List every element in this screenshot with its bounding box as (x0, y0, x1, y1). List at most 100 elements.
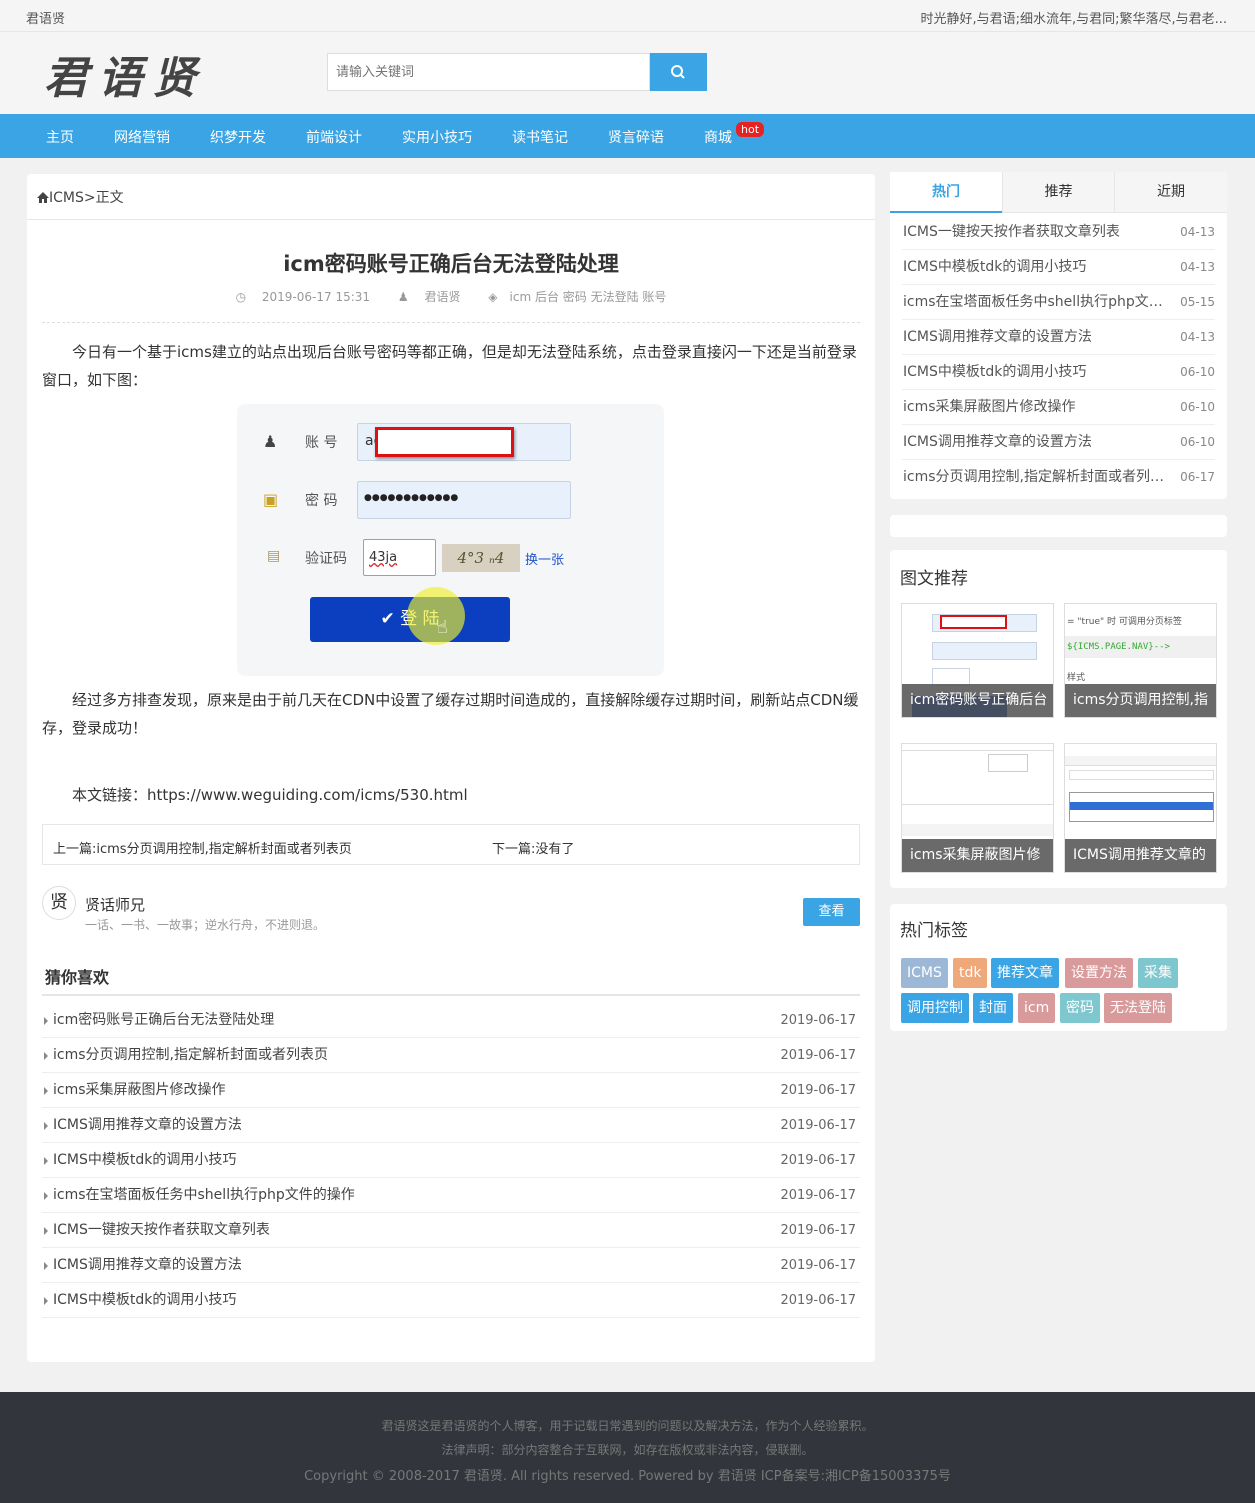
account-label: 账 号 (305, 435, 338, 451)
nav-item-frontend[interactable]: 前端设计 (306, 127, 362, 147)
captcha-refresh: 换一张 (525, 553, 565, 568)
nav-item-marketing[interactable]: 网络营销 (114, 127, 170, 147)
search-bar (327, 53, 707, 91)
list-item[interactable]: icms采集屏蔽图片修改操作 2019-06-17 (42, 1073, 860, 1108)
pic-card[interactable]: ICMS调用推荐文章的 (1064, 743, 1217, 873)
tab-recommended[interactable]: 推荐 (1002, 172, 1114, 213)
list-item[interactable]: icms在宝塔面板任务中shell执行php文件的操作 2019-06-17 (42, 1178, 860, 1213)
list-item-date: 2019-06-17 (780, 1013, 856, 1028)
article-tags[interactable]: icm 后台 密码 无法登陆 账号 (510, 290, 667, 304)
thumb-line (902, 750, 1053, 751)
thumb-field (1069, 792, 1214, 822)
sidebar-tags-panel: 热门标签 ICMS tdk 推荐文章 设置方法 采集 调用控制 封面 icm 密… (890, 904, 1227, 1031)
thumb-code: ${ICMS.PAGE.NAV}--> (1067, 642, 1170, 652)
list-item-date: 05-15 (1180, 295, 1215, 309)
list-item-title[interactable]: icms分页调用控制,指定解析封面或者列表页 (53, 1038, 328, 1073)
list-item-title[interactable]: icms采集屏蔽图片修改操作 (53, 1073, 226, 1108)
search-input[interactable] (327, 53, 650, 91)
nav-item-shop[interactable]: 商城 hot (704, 122, 765, 147)
tag-link[interactable]: 无法登陆 (1104, 993, 1172, 1023)
list-item-title[interactable]: icms在宝塔面板任务中shell执行php文件的操作 (903, 285, 1173, 320)
list-item-date: 2019-06-17 (780, 1153, 856, 1168)
search-button[interactable] (650, 53, 707, 91)
list-item-title[interactable]: ICMS中模板tdk的调用小技巧 (53, 1283, 236, 1318)
list-item-title[interactable]: icm密码账号正确后台无法登陆处理 (53, 1003, 274, 1038)
tag-link[interactable]: 调用控制 (901, 993, 969, 1023)
list-item-date: 2019-06-17 (780, 1048, 856, 1063)
tag-link[interactable]: 推荐文章 (991, 958, 1059, 988)
article-meta: ◷ 2019-06-17 15:31 ♟ 君语贤 ◈ icm 后台 密码 无法登陆… (27, 288, 875, 305)
site-logo[interactable]: 君语贤 (44, 42, 206, 106)
list-item[interactable]: ICMS中模板tdk的调用小技巧 2019-06-17 (42, 1143, 860, 1178)
pic-caption: icm密码账号正确后台 (902, 684, 1053, 717)
list-item-date: 04-13 (1180, 330, 1215, 344)
list-item-title[interactable]: ICMS调用推荐文章的设置方法 (903, 320, 1173, 355)
tag-link[interactable]: 密码 (1060, 993, 1100, 1023)
list-item-date: 06-10 (1180, 435, 1215, 449)
hot-list: ICMS一键按天按作者获取文章列表 04-13 ICMS中模板tdk的调用小技巧 0… (902, 215, 1215, 495)
list-item-title[interactable]: icms采集屏蔽图片修改操作 (903, 390, 1173, 425)
list-item-title[interactable]: ICMS调用推荐文章的设置方法 (53, 1108, 242, 1143)
main-nav: 主页 网络营销 织梦开发 前端设计 实用小技巧 读书笔记 贤言碎语 商城 hot (0, 114, 1255, 158)
list-item[interactable]: ICMS一键按天按作者获取文章列表 2019-06-17 (42, 1213, 860, 1248)
caret-right-icon (44, 1087, 48, 1095)
list-item-title[interactable]: ICMS调用推荐文章的设置方法 (903, 425, 1173, 460)
list-item-date: 2019-06-17 (780, 1223, 856, 1238)
list-item[interactable]: ICMS调用推荐文章的设置方法 2019-06-17 (42, 1108, 860, 1143)
pic-caption: ICMS调用推荐文章的 (1065, 839, 1216, 872)
list-item[interactable]: ICMS调用推荐文章的设置方法 06-10 (902, 425, 1215, 460)
author-desc: 一话、一书、一故事；逆水行舟，不进则退。 (85, 918, 326, 932)
list-item-date: 2019-06-17 (780, 1083, 856, 1098)
list-item-title[interactable]: ICMS一键按天按作者获取文章列表 (53, 1213, 270, 1248)
list-item-title[interactable]: ICMS一键按天按作者获取文章列表 (903, 215, 1173, 250)
nav-item-home[interactable]: 主页 (46, 127, 74, 147)
list-item[interactable]: icms采集屏蔽图片修改操作 06-10 (902, 390, 1215, 425)
list-item[interactable]: icms分页调用控制,指定解析封面或者列表页 2019-06-17 (42, 1038, 860, 1073)
tag-link[interactable]: 设置方法 (1065, 958, 1133, 988)
prev-article-link[interactable]: 上一篇:icms分页调用控制,指定解析封面或者列表页 (53, 838, 352, 857)
tag-link[interactable]: icm (1018, 993, 1056, 1023)
pic-card[interactable]: icm密码账号正确后台 (901, 603, 1054, 718)
nav-item-dedecms[interactable]: 织梦开发 (210, 127, 266, 147)
list-item-date: 04-13 (1180, 225, 1215, 239)
tag-link[interactable]: 封面 (973, 993, 1013, 1023)
caret-right-icon (44, 1017, 48, 1025)
nav-item-sayings[interactable]: 贤言碎语 (608, 127, 664, 147)
list-item-title[interactable]: ICMS中模板tdk的调用小技巧 (53, 1143, 236, 1178)
tag-link[interactable]: ICMS (901, 958, 948, 988)
caret-right-icon (44, 1157, 48, 1165)
tab-hot[interactable]: 热门 (890, 172, 1002, 213)
tag-link[interactable]: 采集 (1138, 958, 1178, 988)
thumb-field (988, 754, 1028, 772)
tab-recent[interactable]: 近期 (1114, 172, 1227, 213)
tag-icon: ◈ (488, 290, 498, 304)
list-item-title[interactable]: icms分页调用控制,指定解析封面或者列表页 (903, 460, 1173, 495)
list-item[interactable]: icm密码账号正确后台无法登陆处理 2019-06-17 (42, 1003, 860, 1038)
list-item-title[interactable]: ICMS中模板tdk的调用小技巧 (903, 355, 1173, 390)
list-item-title[interactable]: icms在宝塔面板任务中shell执行php文件的操作 (53, 1178, 355, 1213)
nav-item-tips[interactable]: 实用小技巧 (402, 127, 472, 147)
view-author-button[interactable]: 查看 (803, 898, 860, 926)
list-item[interactable]: ICMS调用推荐文章的设置方法 04-13 (902, 320, 1215, 355)
pic-card[interactable]: = "true" 时 可调用分页标签 ${ICMS.PAGE.NAV}--> 样… (1064, 603, 1217, 718)
list-item[interactable]: ICMS中模板tdk的调用小技巧 2019-06-17 (42, 1283, 860, 1318)
site-name[interactable]: 君语贤 (26, 8, 65, 27)
pic-card[interactable]: icms采集屏蔽图片修 (901, 743, 1054, 873)
captcha-value: 43ja (369, 550, 398, 565)
tag-link[interactable]: tdk (953, 958, 988, 988)
thumb-line (902, 824, 1053, 836)
list-item[interactable]: ICMS中模板tdk的调用小技巧 06-10 (902, 355, 1215, 390)
article-paragraph-2: 经过多方排查发现，原来是由于前几天在CDN中设置了缓存过期时间造成的，直接解除缓… (42, 691, 859, 737)
list-item[interactable]: ICMS调用推荐文章的设置方法 2019-06-17 (42, 1248, 860, 1283)
nav-item-reading[interactable]: 读书笔记 (512, 127, 568, 147)
list-item[interactable]: icms分页调用控制,指定解析封面或者列表页 06-17 (902, 460, 1215, 495)
breadcrumb-section[interactable]: ICMS (49, 190, 84, 206)
home-icon[interactable] (37, 192, 49, 203)
article-link[interactable]: 本文链接：https://www.weguiding.com/icms/530.… (42, 781, 860, 809)
list-item[interactable]: icms在宝塔面板任务中shell执行php文件的操作 05-15 (902, 285, 1215, 320)
list-item[interactable]: ICMS中模板tdk的调用小技巧 04-13 (902, 250, 1215, 285)
lock-icon: ▣ (263, 490, 279, 509)
list-item-title[interactable]: ICMS中模板tdk的调用小技巧 (903, 250, 1173, 285)
list-item[interactable]: ICMS一键按天按作者获取文章列表 04-13 (902, 215, 1215, 250)
list-item-title[interactable]: ICMS调用推荐文章的设置方法 (53, 1248, 242, 1283)
